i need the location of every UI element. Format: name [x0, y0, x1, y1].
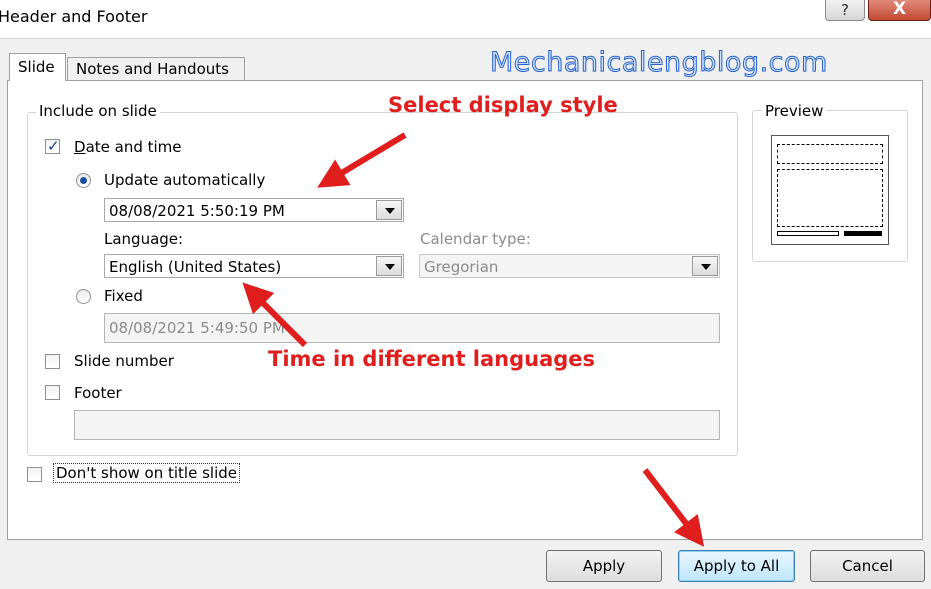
tab-slide[interactable]: Slide: [9, 53, 66, 81]
tab-slide-label: Slide: [18, 58, 55, 76]
annotation-arrows: [242, 132, 705, 547]
arrow-apply-all: [642, 468, 705, 547]
arrow-select-style: [317, 132, 407, 188]
arrow-time-languages: [242, 282, 308, 348]
